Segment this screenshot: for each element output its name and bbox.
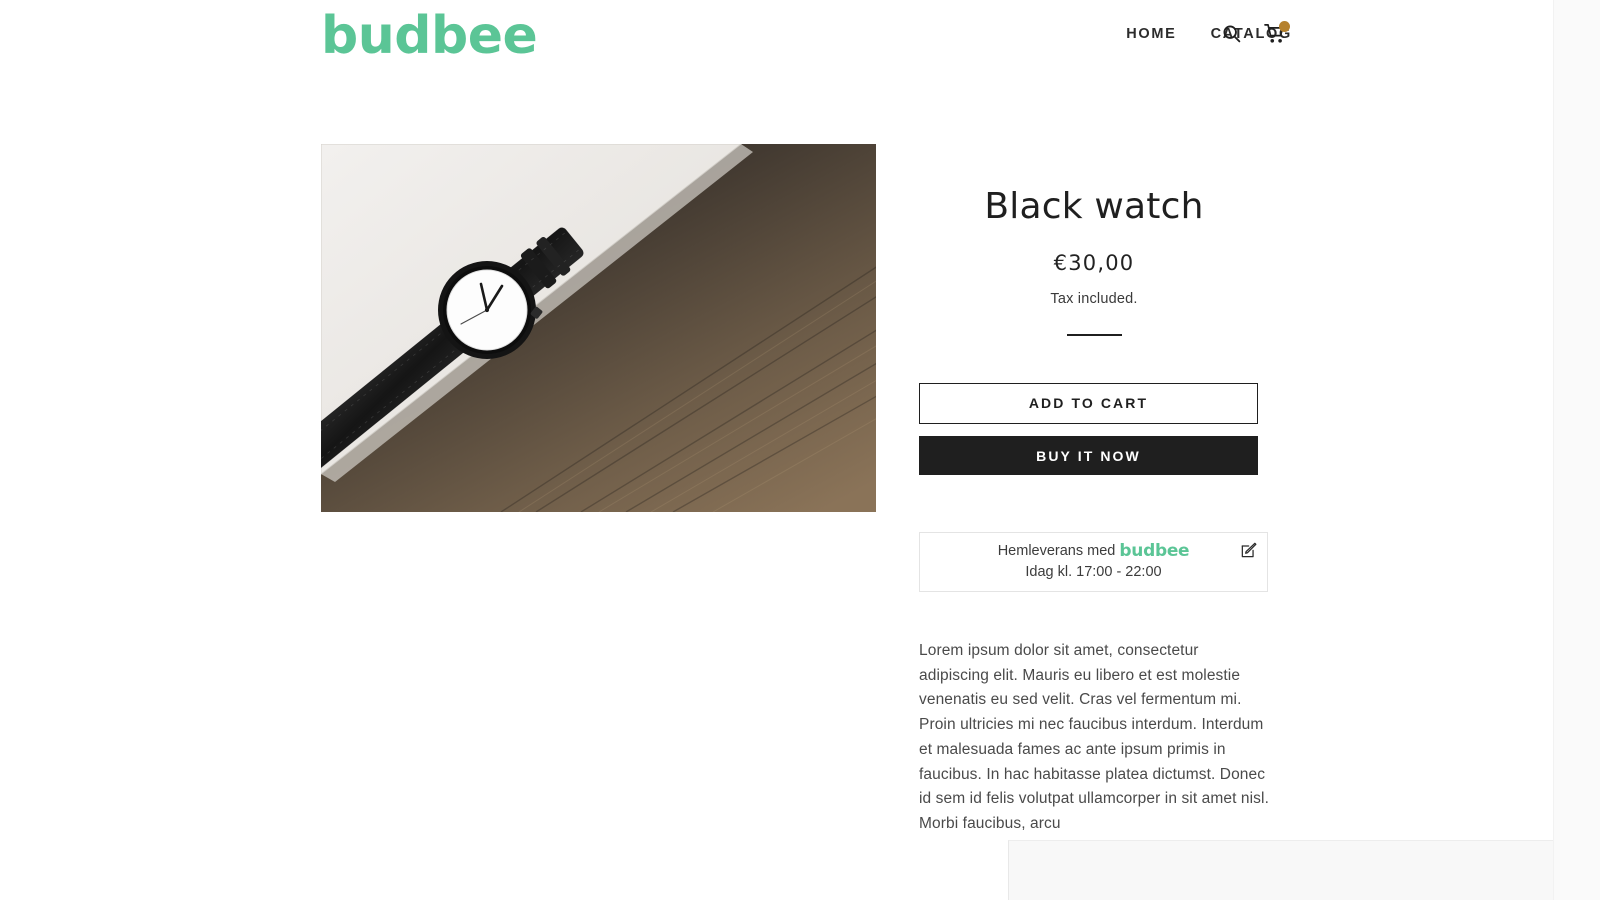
product-description: Lorem ipsum dolor sit amet, consectetur … <box>919 642 1269 832</box>
cart-count-badge <box>1279 21 1290 32</box>
page-scrollbar[interactable] <box>1553 0 1600 900</box>
edit-pencil-icon <box>1240 541 1258 562</box>
delivery-timeslot: Idag kl. 17:00 - 22:00 <box>1025 564 1162 580</box>
brand-logo[interactable]: budbee <box>321 8 538 64</box>
header-icon-group <box>1218 21 1290 48</box>
buy-it-now-button[interactable]: BUY IT NOW <box>919 436 1258 475</box>
nav-link-home[interactable]: HOME <box>1126 26 1176 42</box>
delivery-info: Hemleverans med budbee Idag kl. 17:00 - … <box>998 541 1190 583</box>
bottom-overlay-panel <box>1008 840 1553 900</box>
product-title: Black watch <box>984 186 1204 227</box>
purchase-actions: ADD TO CART BUY IT NOW <box>919 383 1258 475</box>
search-icon <box>1221 23 1242 47</box>
cart-button[interactable] <box>1262 21 1290 48</box>
budbee-delivery-widget[interactable]: Hemleverans med budbee Idag kl. 17:00 - … <box>919 532 1268 592</box>
section-divider <box>1066 334 1122 336</box>
site-header: budbee HOME CATALOG <box>0 0 1553 72</box>
budbee-inline-logo: budbee <box>1119 541 1190 561</box>
delivery-method-label: Hemleverans med <box>997 543 1116 559</box>
product-info: Black watch €30,00 Tax included. <box>919 185 1269 336</box>
add-to-cart-button[interactable]: ADD TO CART <box>919 383 1258 424</box>
product-price: €30,00 <box>1053 251 1135 275</box>
product-photo-illustration <box>321 144 876 512</box>
edit-delivery-button[interactable] <box>1239 541 1259 561</box>
browser-viewport: budbee HOME CATALOG Black watch €30,00 T… <box>0 0 1553 900</box>
tax-included-note: Tax included. <box>1050 291 1138 307</box>
search-button[interactable] <box>1218 22 1244 48</box>
delivery-method-line: Hemleverans med budbee <box>998 541 1190 562</box>
product-image[interactable] <box>321 144 876 512</box>
